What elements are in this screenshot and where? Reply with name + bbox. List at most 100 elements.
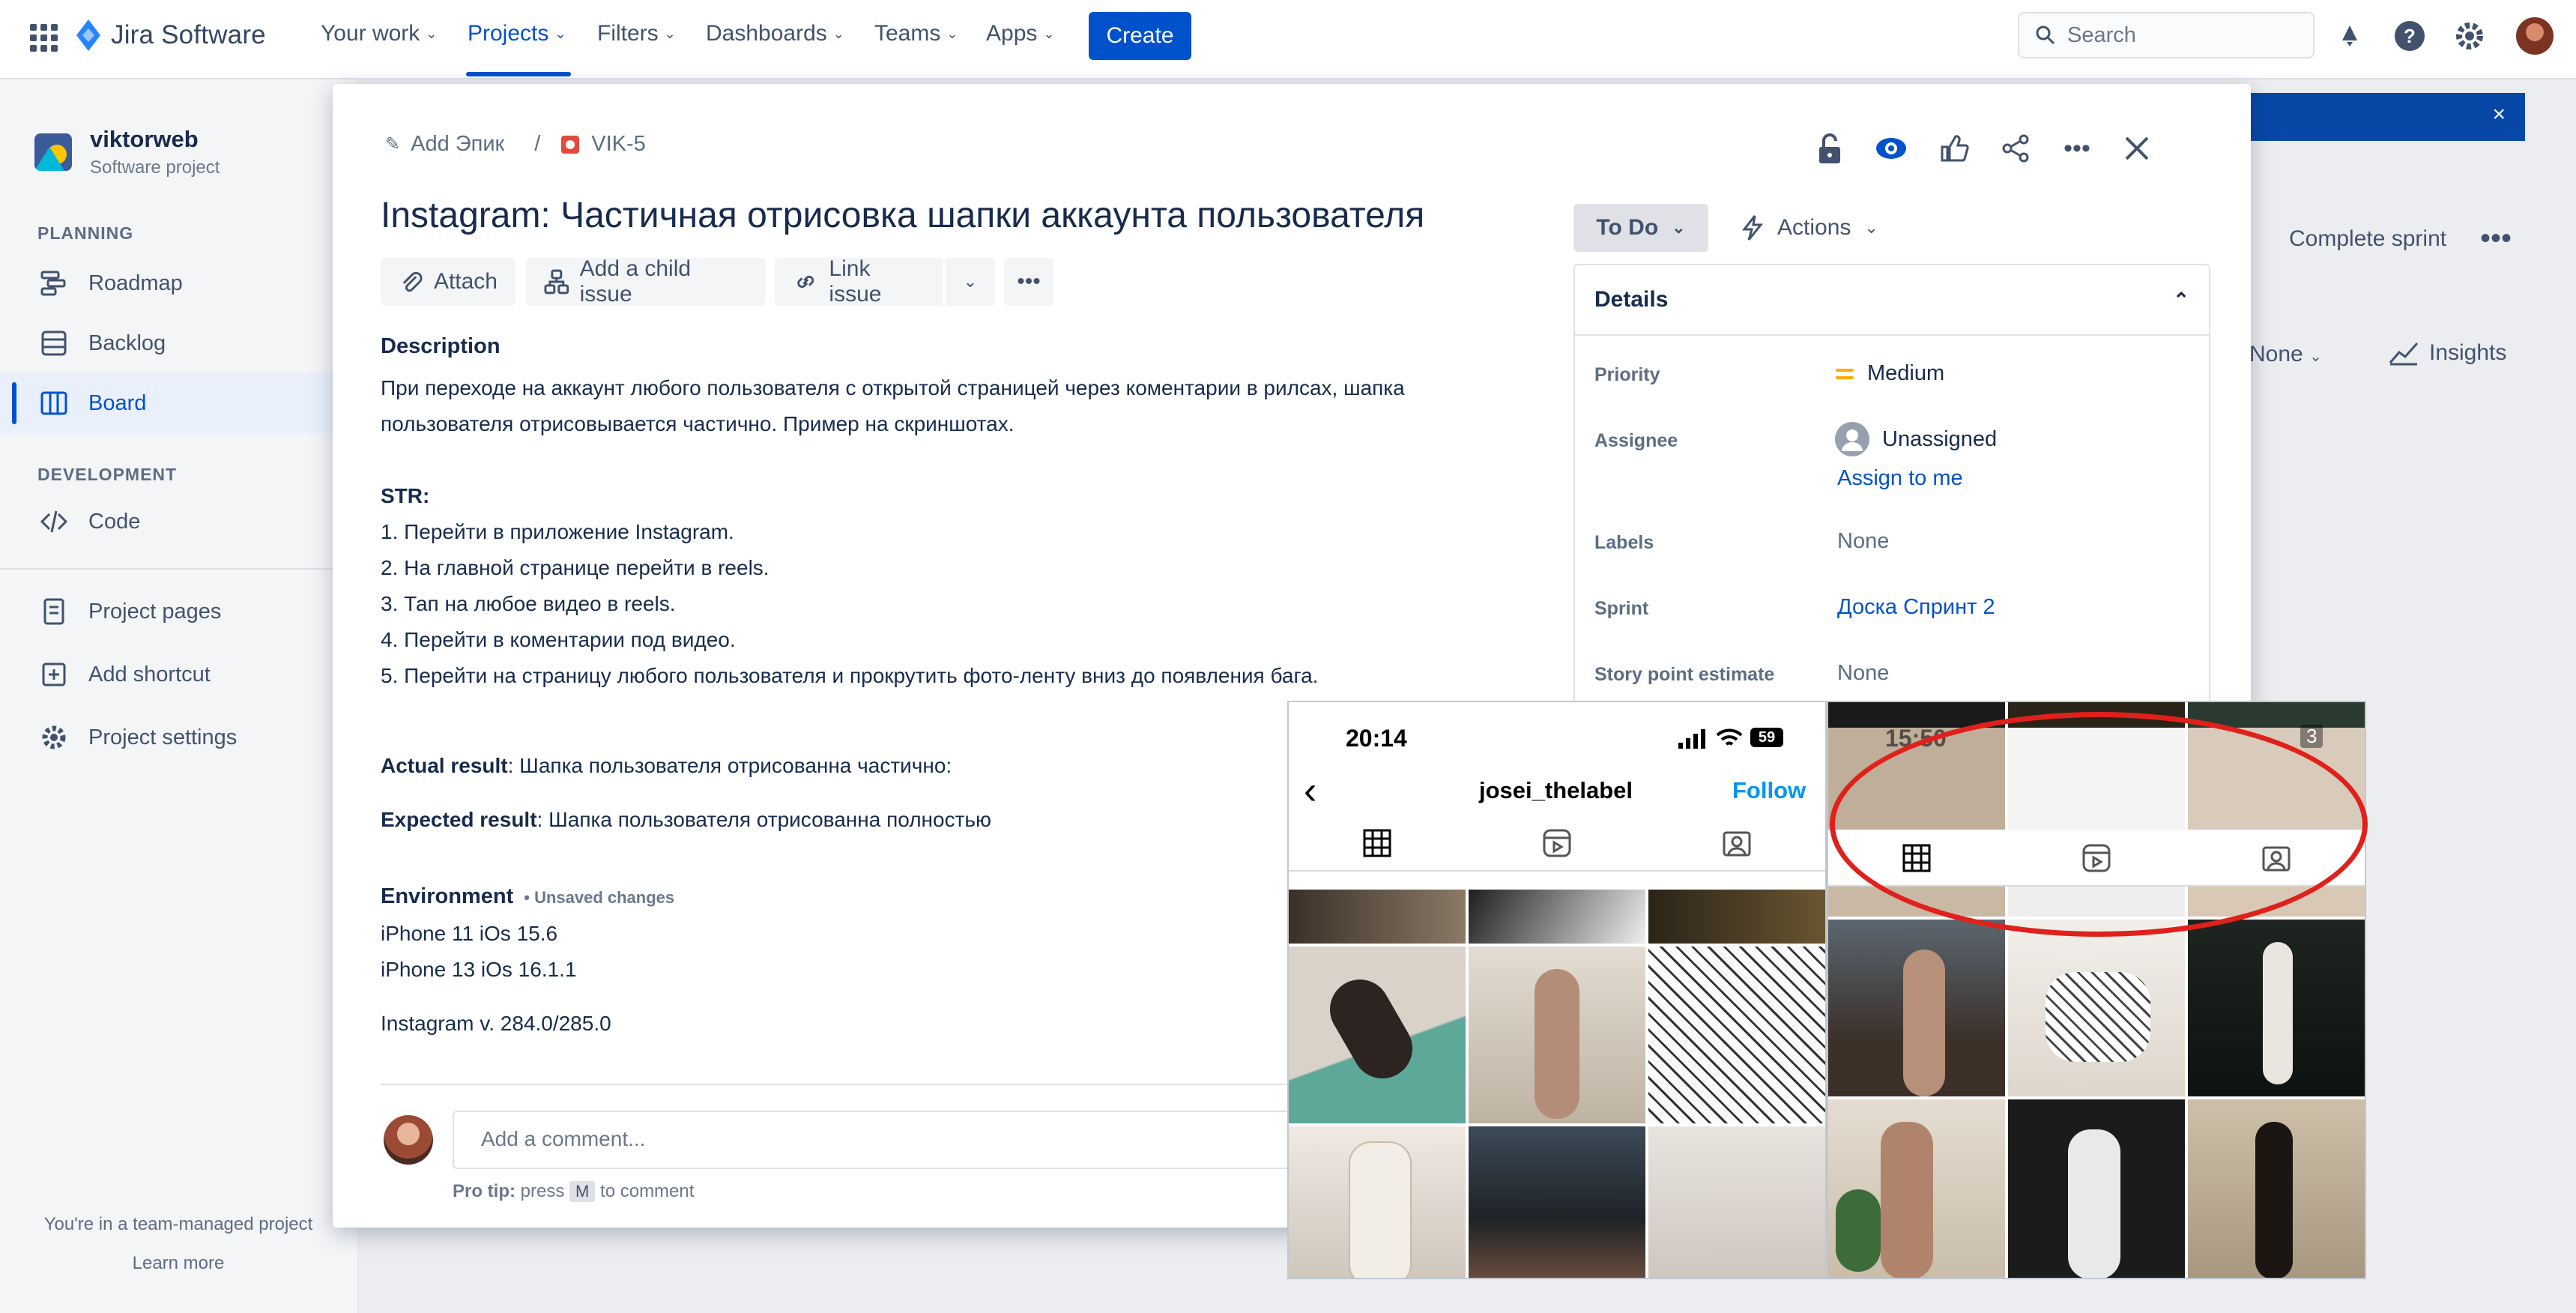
add-child-issue-button[interactable]: Add a child issue xyxy=(526,256,766,307)
priority-value[interactable]: Medium xyxy=(1834,361,1944,386)
details-header[interactable]: Details ⌃ xyxy=(1575,265,2209,336)
photo-thumbnail[interactable] xyxy=(1648,1126,1825,1278)
more-icon[interactable]: ••• xyxy=(2055,126,2099,171)
pro-tip-rest: to comment xyxy=(600,1181,695,1201)
paperclip-icon xyxy=(402,271,423,292)
attach-button[interactable]: Attach xyxy=(381,258,515,306)
photo-thumbnail[interactable] xyxy=(2188,1099,2365,1278)
photo-thumbnail[interactable] xyxy=(1289,890,1466,944)
child-issue-icon xyxy=(544,269,569,295)
battery-icon: 59 xyxy=(1750,728,1783,747)
photo-thumbnail[interactable] xyxy=(1828,920,2005,1096)
nav-apps[interactable]: Apps ⌄ xyxy=(986,21,1054,46)
priority-medium-icon xyxy=(1836,368,1854,379)
actions-dropdown[interactable]: Actions ⌄ xyxy=(1741,204,1878,252)
link-issue-button[interactable]: Link issue xyxy=(775,256,943,307)
complete-sprint-button[interactable]: Complete sprint xyxy=(2289,226,2446,252)
grid-tab-icon[interactable] xyxy=(1362,828,1392,858)
nav-dashboards[interactable]: Dashboards ⌄ xyxy=(706,21,844,46)
sidebar-item-board[interactable]: Board xyxy=(37,387,146,420)
sidebar-divider xyxy=(0,568,357,570)
photo-thumbnail[interactable] xyxy=(1289,1126,1466,1278)
environment-line: iPhone 11 iOs 15.6 xyxy=(381,922,558,945)
expected-result: Expected result: Шапка пользователя отри… xyxy=(381,802,991,838)
thumbs-up-icon[interactable] xyxy=(1932,126,1977,171)
screenshot-iphone-1[interactable]: 20:14 59 ‹ josei_thelabel Follow xyxy=(1287,701,1827,1279)
profile-username: josei_thelabel xyxy=(1479,777,1633,803)
close-icon[interactable]: × xyxy=(2492,102,2506,127)
status-dropdown[interactable]: To Do ⌄ xyxy=(1573,204,1708,252)
add-epic-link[interactable]: Add Эпик xyxy=(411,132,504,157)
actions-label: Actions xyxy=(1777,215,1851,240)
follow-button[interactable]: Follow xyxy=(1732,777,1806,804)
issue-key-link[interactable]: VIK-5 xyxy=(591,132,646,157)
watch-eye-icon[interactable] xyxy=(1869,126,1914,171)
nav-your-work[interactable]: Your work ⌄ xyxy=(321,21,437,46)
signal-icon xyxy=(1678,729,1705,749)
notifications-icon[interactable] xyxy=(2332,18,2368,54)
settings-gear-icon[interactable] xyxy=(2452,18,2488,54)
group-by-select[interactable]: None ⌄ xyxy=(2249,342,2322,367)
assignee-value[interactable]: Unassigned xyxy=(1834,421,1997,457)
photo-thumbnail[interactable] xyxy=(2008,1099,2185,1278)
link-issue-dropdown[interactable]: ⌄ xyxy=(946,258,995,306)
pro-tip-label: Pro tip: xyxy=(453,1181,515,1201)
photo-thumbnail[interactable] xyxy=(2188,920,2365,1096)
create-button[interactable]: Create xyxy=(1089,12,1191,60)
step-5: 5. Перейти на страницу любого пользовате… xyxy=(381,664,1319,687)
sidebar-item-label: Project settings xyxy=(88,725,238,749)
photo-thumbnail[interactable] xyxy=(1469,1126,1645,1278)
sprint-value[interactable]: Доска Спринт 2 xyxy=(1837,595,1995,620)
photo-thumbnail[interactable] xyxy=(2008,920,2185,1096)
commenter-avatar xyxy=(384,1115,433,1165)
app-switcher-icon[interactable] xyxy=(28,22,58,52)
attach-label: Attach xyxy=(433,269,498,294)
search-input[interactable]: Search xyxy=(2018,12,2315,58)
more-icon[interactable]: ••• xyxy=(2480,222,2512,256)
more-actions-button[interactable]: ••• xyxy=(1004,258,1053,306)
phone-time: 20:14 xyxy=(1346,725,1407,752)
actual-result-label: Actual result xyxy=(381,754,508,777)
photo-thumbnail[interactable] xyxy=(1828,1099,2005,1278)
assign-to-me-link[interactable]: Assign to me xyxy=(1837,466,1963,491)
photo-thumbnail[interactable] xyxy=(1289,947,1466,1123)
nav-teams[interactable]: Teams ⌄ xyxy=(874,21,958,46)
project-name[interactable]: viktorweb xyxy=(90,126,199,153)
reels-tab-icon[interactable] xyxy=(1542,828,1572,858)
photo-thumbnail[interactable] xyxy=(1469,890,1645,944)
nav-projects[interactable]: Projects ⌄ xyxy=(468,21,566,46)
sidebar-item-code[interactable]: Code xyxy=(37,505,140,538)
close-icon[interactable] xyxy=(2114,126,2159,171)
sidebar-item-project-settings[interactable]: Project settings xyxy=(37,721,237,754)
photo-thumbnail[interactable] xyxy=(1648,947,1825,1123)
chevron-down-icon: ⌄ xyxy=(832,25,844,41)
sidebar-item-label: Project pages xyxy=(88,599,222,624)
insights-button[interactable]: Insights xyxy=(2389,340,2506,366)
sidebar-item-backlog[interactable]: Backlog xyxy=(37,327,166,360)
sidebar-item-project-pages[interactable]: Project pages xyxy=(37,595,221,628)
pro-tip: Pro tip: press M to comment xyxy=(453,1181,694,1202)
labels-value[interactable]: None xyxy=(1837,529,1889,554)
issue-title[interactable]: Instagram: Частичная отрисовка шапки акк… xyxy=(381,195,1424,236)
photo-thumbnail[interactable] xyxy=(1648,890,1825,944)
learn-more-link[interactable]: Learn more xyxy=(0,1253,357,1274)
story-points-value[interactable]: None xyxy=(1837,661,1889,686)
back-chevron-icon[interactable]: ‹ xyxy=(1304,768,1316,813)
description-line: пользователя отрисовывается частично. Пр… xyxy=(381,412,1015,435)
user-avatar[interactable] xyxy=(2516,17,2554,55)
comment-input[interactable]: Add a comment... xyxy=(453,1111,1397,1169)
photo-thumbnail[interactable] xyxy=(1469,947,1645,1123)
nav-filters[interactable]: Filters ⌄ xyxy=(597,21,676,46)
phone-status-bar: 20:14 59 xyxy=(1289,702,1825,762)
jira-logo[interactable]: Jira Software xyxy=(73,18,266,52)
share-icon[interactable] xyxy=(1993,126,2038,171)
tagged-tab-icon[interactable] xyxy=(1722,828,1752,858)
bug-icon xyxy=(561,135,580,154)
assignee-text: Unassigned xyxy=(1882,426,1998,451)
chevron-down-icon: ⌄ xyxy=(554,25,566,41)
lock-icon[interactable] xyxy=(1807,126,1852,171)
sidebar-item-add-shortcut[interactable]: Add shortcut xyxy=(37,658,211,691)
sidebar-item-roadmap[interactable]: Roadmap xyxy=(37,267,183,300)
status-label: To Do xyxy=(1596,215,1659,240)
help-icon[interactable]: ? xyxy=(2392,18,2428,54)
